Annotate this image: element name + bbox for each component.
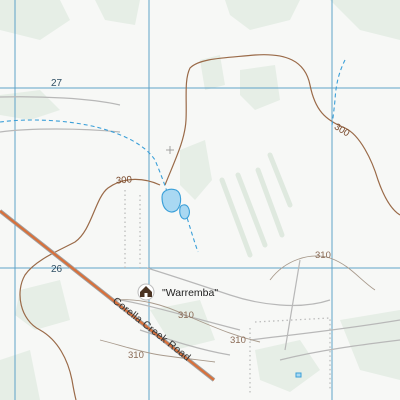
grid-label-northing: 26 <box>51 264 63 275</box>
contour-310-east <box>269 255 376 291</box>
contours-faint <box>99 255 376 363</box>
vegetation-patch <box>225 0 300 30</box>
homestead-icon[interactable] <box>137 283 155 301</box>
contour-label-310-east: 310 <box>315 250 331 261</box>
homestead-label: "Warremba" <box>162 287 218 299</box>
vegetation-layer <box>0 0 400 400</box>
vegetation-patch <box>0 0 70 40</box>
tank-icon <box>295 372 302 378</box>
vegetation-patch <box>0 90 60 120</box>
dam <box>179 204 190 220</box>
vegetation-patch <box>0 350 40 400</box>
contour-label-310-mid-a: 310 <box>178 310 194 321</box>
vegetation-streak <box>267 152 293 208</box>
contour-label-300-west: 300 <box>116 174 133 186</box>
vegetation-patch <box>95 0 140 25</box>
contour-label-300-east: 300 <box>332 122 351 140</box>
vegetation-patch <box>340 310 400 380</box>
spot-height-icon <box>166 146 174 154</box>
dam <box>161 188 182 213</box>
vegetation-patch <box>330 0 400 40</box>
water-bodies <box>161 188 190 220</box>
grid-label-easting: 27 <box>51 78 63 89</box>
creek <box>0 119 169 196</box>
topographic-map[interactable]: 27 26 300 300 310 310 310 310 "Warremba"… <box>0 0 400 400</box>
map-canvas: 27 26 300 300 310 310 310 310 "Warremba"… <box>0 0 400 400</box>
contour-label-310-south: 310 <box>128 350 144 361</box>
vegetation-patch <box>180 140 212 200</box>
vegetation-streaks <box>219 152 293 258</box>
vegetation-patch <box>255 340 320 392</box>
vegetation-patch <box>200 55 225 90</box>
vegetation-patch <box>15 280 70 330</box>
track <box>0 128 121 133</box>
creek <box>331 59 346 126</box>
contour-label-310-mid-b: 310 <box>230 335 246 346</box>
